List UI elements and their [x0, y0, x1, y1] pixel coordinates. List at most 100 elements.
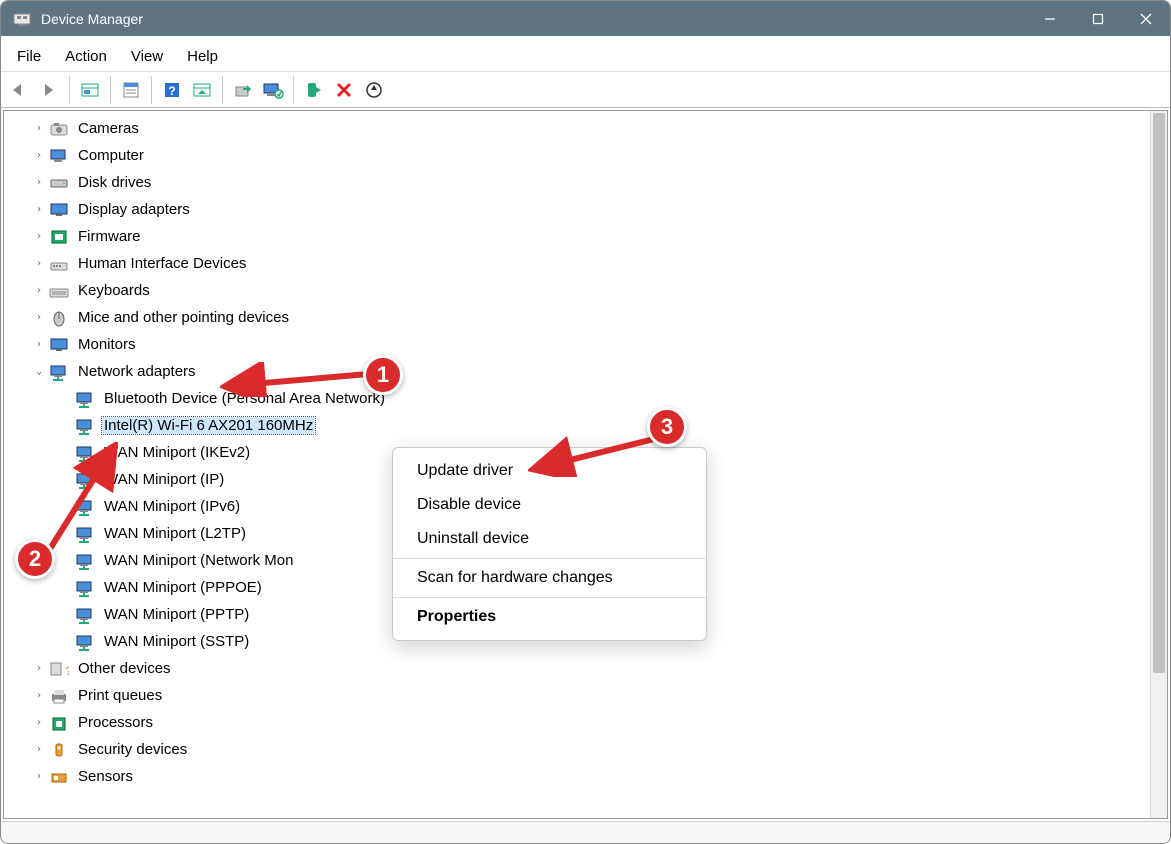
expand-toggle-icon[interactable]: › [30, 312, 48, 323]
scrollbar-thumb[interactable] [1153, 113, 1165, 673]
context-menu-item[interactable]: Update driver [393, 454, 706, 488]
monitor-icon [48, 335, 70, 355]
category-label: Network adapters [76, 363, 198, 380]
menu-view[interactable]: View [119, 44, 175, 69]
device-label: WAN Miniport (IP) [102, 471, 226, 488]
tree-category[interactable]: ›Display adapters [22, 196, 1150, 223]
update-driver-icon[interactable] [231, 78, 255, 102]
device-label: WAN Miniport (SSTP) [102, 633, 251, 650]
enable-device-icon[interactable] [302, 78, 326, 102]
expand-toggle-icon[interactable]: › [30, 771, 48, 782]
device-label: Intel(R) Wi-Fi 6 AX201 160MHz [102, 417, 315, 434]
expand-toggle-icon[interactable]: › [30, 717, 48, 728]
expand-toggle-icon[interactable]: › [30, 258, 48, 269]
svg-text:?: ? [168, 84, 175, 98]
tree-category[interactable]: › Monitors [22, 331, 1150, 358]
network-icon [48, 362, 70, 382]
disable-device-icon[interactable] [261, 78, 285, 102]
uninstall-device-icon[interactable] [332, 78, 356, 102]
expand-toggle-icon[interactable]: › [30, 690, 48, 701]
menu-file[interactable]: File [5, 44, 53, 69]
device-label: WAN Miniport (IPv6) [102, 498, 242, 515]
network-icon [74, 605, 96, 625]
scan-icon[interactable] [362, 78, 386, 102]
device-label: WAN Miniport (PPTP) [102, 606, 251, 623]
tree-category[interactable]: ›Human Interface Devices [22, 250, 1150, 277]
device-label: Bluetooth Device (Personal Area Network) [102, 390, 387, 407]
help-icon[interactable]: ? [160, 78, 184, 102]
network-icon [74, 551, 96, 571]
category-label: Monitors [76, 336, 138, 353]
tree-category[interactable]: ›Disk drives [22, 169, 1150, 196]
context-menu-item[interactable]: Uninstall device [393, 522, 706, 556]
tree-category[interactable]: › Print queues [22, 682, 1150, 709]
security-icon [48, 740, 70, 760]
tree-category[interactable]: ⌄ Network adapters [22, 358, 1150, 385]
back-button[interactable] [7, 78, 31, 102]
tree-device[interactable]: Bluetooth Device (Personal Area Network) [22, 385, 1150, 412]
toolbar-separator [293, 76, 294, 104]
expand-toggle-icon[interactable]: › [30, 150, 48, 161]
device-manager-window: Device Manager File Action View Help ? ›… [0, 0, 1171, 844]
tree-device[interactable]: Intel(R) Wi-Fi 6 AX201 160MHz [22, 412, 1150, 439]
device-label: WAN Miniport (IKEv2) [102, 444, 252, 461]
expand-toggle-icon[interactable]: › [30, 231, 48, 242]
expand-toggle-icon[interactable]: › [30, 123, 48, 134]
network-icon [74, 416, 96, 436]
category-label: Firmware [76, 228, 143, 245]
close-button[interactable] [1122, 1, 1170, 36]
camera-icon [48, 119, 70, 139]
tree-category[interactable]: › Security devices [22, 736, 1150, 763]
category-label: Cameras [76, 120, 141, 137]
vertical-scrollbar[interactable] [1150, 111, 1167, 818]
expand-toggle-icon[interactable]: › [30, 204, 48, 215]
annotation-badge-2: 2 [15, 539, 55, 579]
tree-category[interactable]: ›Computer [22, 142, 1150, 169]
forward-button[interactable] [37, 78, 61, 102]
context-menu-item[interactable]: Disable device [393, 488, 706, 522]
tree-category[interactable]: ›? Other devices [22, 655, 1150, 682]
scan-hardware-icon[interactable] [190, 78, 214, 102]
expand-toggle-icon[interactable]: › [30, 744, 48, 755]
category-label: Processors [76, 714, 155, 731]
expand-toggle-icon[interactable]: › [30, 177, 48, 188]
disk-icon [48, 173, 70, 193]
category-label: Print queues [76, 687, 164, 704]
network-icon [74, 443, 96, 463]
show-hidden-icon[interactable] [78, 78, 102, 102]
network-icon [74, 389, 96, 409]
category-label: Keyboards [76, 282, 152, 299]
network-icon [74, 497, 96, 517]
context-menu-separator [393, 558, 706, 559]
other-icon: ? [48, 659, 70, 679]
tree-category[interactable]: › Processors [22, 709, 1150, 736]
network-icon [74, 524, 96, 544]
sensor-icon [48, 767, 70, 787]
device-label: WAN Miniport (L2TP) [102, 525, 248, 542]
statusbar [1, 821, 1170, 843]
category-label: Other devices [76, 660, 173, 677]
properties-icon[interactable] [119, 78, 143, 102]
minimize-button[interactable] [1026, 1, 1074, 36]
tree-category[interactable]: › Cameras [22, 115, 1150, 142]
menu-help[interactable]: Help [175, 44, 230, 69]
toolbar-separator [110, 76, 111, 104]
expand-toggle-icon[interactable]: › [30, 663, 48, 674]
processor-icon [48, 713, 70, 733]
maximize-button[interactable] [1074, 1, 1122, 36]
display-icon [48, 200, 70, 220]
device-label: WAN Miniport (Network Mon [102, 552, 295, 569]
category-label: Security devices [76, 741, 189, 758]
expand-toggle-icon[interactable]: › [30, 285, 48, 296]
tree-category[interactable]: ›Mice and other pointing devices [22, 304, 1150, 331]
expand-toggle-icon[interactable]: ⌄ [30, 366, 48, 377]
context-menu-item[interactable]: Scan for hardware changes [393, 561, 706, 595]
keyboard-icon [48, 281, 70, 301]
expand-toggle-icon[interactable]: › [30, 339, 48, 350]
menu-action[interactable]: Action [53, 44, 119, 69]
context-menu-item[interactable]: Properties [393, 600, 706, 634]
context-menu: Update driverDisable deviceUninstall dev… [392, 447, 707, 641]
tree-category[interactable]: › Keyboards [22, 277, 1150, 304]
tree-category[interactable]: › Firmware [22, 223, 1150, 250]
tree-category[interactable]: ›Sensors [22, 763, 1150, 790]
